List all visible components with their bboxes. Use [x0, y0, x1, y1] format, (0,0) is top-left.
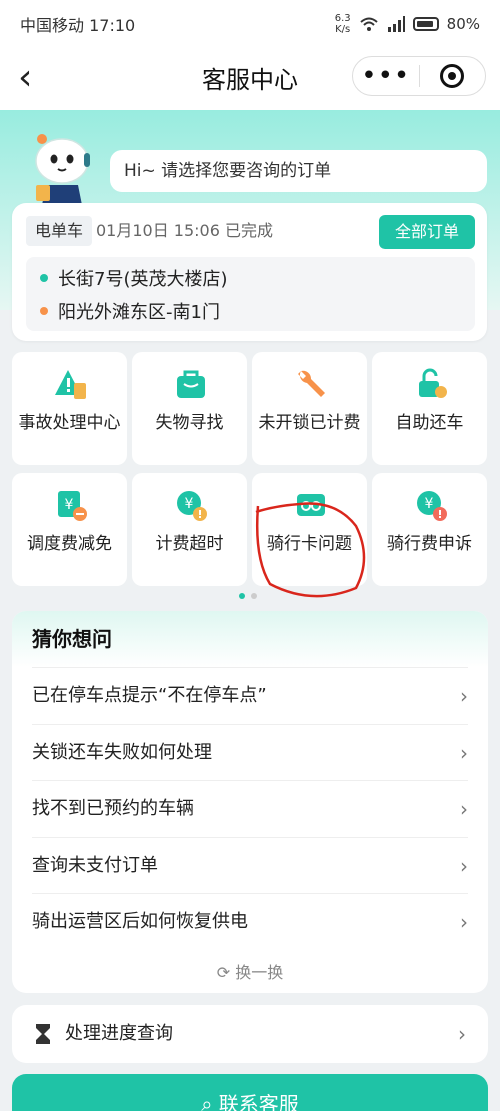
service-lost-item[interactable]: 失物寻找: [132, 352, 247, 465]
route-box: 长街7号(英茂大楼店) 阳光外滩东区-南1门: [26, 257, 475, 331]
faq-item-label: 已在停车点提示“不在停车点”: [32, 685, 267, 706]
pager-dot-active: [239, 593, 245, 599]
faq-item[interactable]: 骑出运营区后如何恢复供电 ›: [32, 893, 468, 950]
start-dot-icon: [40, 273, 48, 282]
lock-icon: [419, 368, 447, 398]
chevron-right-icon: ›: [460, 797, 468, 821]
chevron-right-icon: ›: [458, 1022, 466, 1046]
faq-item-label: 关锁还车失败如何处理: [32, 741, 212, 763]
battery-level: 80%: [446, 15, 480, 33]
signal-icon: [387, 16, 405, 32]
start-location: 长街7号(英茂大楼店): [58, 268, 228, 290]
faq-item-label: 查询未支付订单: [32, 854, 158, 876]
service-fee-reduce[interactable]: ¥ 调度费减免: [12, 473, 127, 586]
more-button[interactable]: •••: [353, 63, 419, 89]
greeting-bubble: Hi~ 请选择您要咨询的订单: [110, 150, 487, 192]
miniprogram-capsule: •••: [352, 56, 486, 96]
chevron-right-icon: ›: [460, 684, 468, 708]
mascot-icon: [35, 134, 90, 205]
refresh-label: 换一换: [235, 963, 284, 982]
service-label: 调度费减免: [27, 534, 112, 554]
headset-icon: ⌕: [201, 1092, 213, 1111]
fee-timeout-icon: ¥: [177, 491, 207, 521]
pager-dot: [251, 593, 257, 599]
contact-label: 联系客服: [218, 1092, 299, 1111]
service-grid: 事故处理中心 失物寻找 未开锁已计费 自助还车 ¥ 调度费减免 ¥ 计费超时 骑…: [12, 352, 488, 586]
end-dot-icon: [40, 306, 48, 315]
service-label: 骑行费申诉: [387, 534, 472, 554]
service-accident[interactable]: 事故处理中心: [12, 352, 127, 465]
service-label: 骑行卡问题: [267, 534, 352, 554]
service-fee-appeal[interactable]: ¥ 骑行费申诉: [372, 473, 487, 586]
progress-query-label: 处理进度查询: [65, 1023, 173, 1044]
bag-icon: [177, 370, 205, 398]
progress-query-row[interactable]: 处理进度查询 ›: [12, 1005, 488, 1063]
wrench-icon: [298, 370, 325, 397]
fee-reduce-icon: ¥: [58, 491, 87, 521]
svg-text:¥: ¥: [65, 497, 74, 513]
faq-item[interactable]: 查询未支付订单 ›: [32, 836, 468, 894]
faq-title: 猜你想问: [12, 611, 488, 667]
chevron-right-icon: ›: [460, 910, 468, 934]
faq-item[interactable]: 已在停车点提示“不在停车点” ›: [32, 667, 468, 724]
contact-service-button[interactable]: ⌕ 联系客服: [12, 1074, 488, 1111]
hourglass-icon: [36, 1024, 50, 1044]
order-time-status: 01月10日 15:06 已完成: [96, 221, 274, 240]
faq-item-label: 找不到已预约的车辆: [32, 798, 194, 819]
service-label: 失物寻找: [155, 413, 224, 433]
refresh-button[interactable]: ⟳ 换一换: [12, 959, 488, 983]
faq-item-label: 骑出运营区后如何恢复供电: [32, 911, 248, 932]
chevron-right-icon: ›: [460, 853, 468, 878]
route-start: 长街7号(英茂大楼店): [40, 261, 461, 294]
route-end: 阳光外滩东区-南1门: [40, 294, 461, 327]
ride-card-icon: [297, 494, 325, 516]
carrier-time: 中国移动 17:10: [20, 16, 136, 35]
faq-item[interactable]: 找不到已预约的车辆 ›: [32, 780, 468, 837]
svg-text:¥: ¥: [425, 496, 434, 512]
navigation-bar: ‹ 客服中心 •••: [0, 48, 500, 110]
faq-item[interactable]: 关锁还车失败如何处理 ›: [32, 723, 468, 781]
grid-pager: [239, 593, 257, 599]
vehicle-type-tag: 电单车: [26, 216, 93, 246]
chevron-right-icon: ›: [460, 740, 468, 765]
wifi-icon: [359, 17, 378, 31]
service-label: 自助还车: [395, 413, 464, 433]
service-unlock-charged[interactable]: 未开锁已计费: [252, 352, 367, 465]
close-miniprogram-button[interactable]: [420, 64, 486, 88]
refresh-icon: ⟳: [216, 963, 231, 982]
all-orders-button[interactable]: 全部订单: [379, 215, 475, 249]
order-card[interactable]: 电单车 01月10日 15:06 已完成 全部订单 长街7号(英茂大楼店) 阳光…: [12, 203, 487, 341]
service-label: 未开锁已计费: [258, 413, 361, 433]
faq-card: 猜你想问 已在停车点提示“不在停车点” › 关锁还车失败如何处理 › 找不到已预…: [12, 611, 488, 993]
service-fee-timeout[interactable]: ¥ 计费超时: [132, 473, 247, 586]
service-ride-card[interactable]: 骑行卡问题: [252, 473, 367, 586]
service-label: 计费超时: [155, 534, 224, 554]
service-label: 事故处理中心: [18, 413, 121, 433]
end-location: 阳光外滩东区-南1门: [58, 301, 220, 323]
fee-appeal-icon: ¥: [417, 491, 447, 521]
service-self-return[interactable]: 自助还车: [372, 352, 487, 465]
svg-text:¥: ¥: [185, 496, 194, 512]
accident-icon: [55, 370, 86, 399]
battery-icon: [412, 17, 439, 31]
status-bar: 中国移动 17:10 6.3 K/s 80%: [0, 0, 500, 48]
target-icon: [440, 64, 465, 88]
network-speed: 6.3 K/s: [334, 13, 351, 35]
